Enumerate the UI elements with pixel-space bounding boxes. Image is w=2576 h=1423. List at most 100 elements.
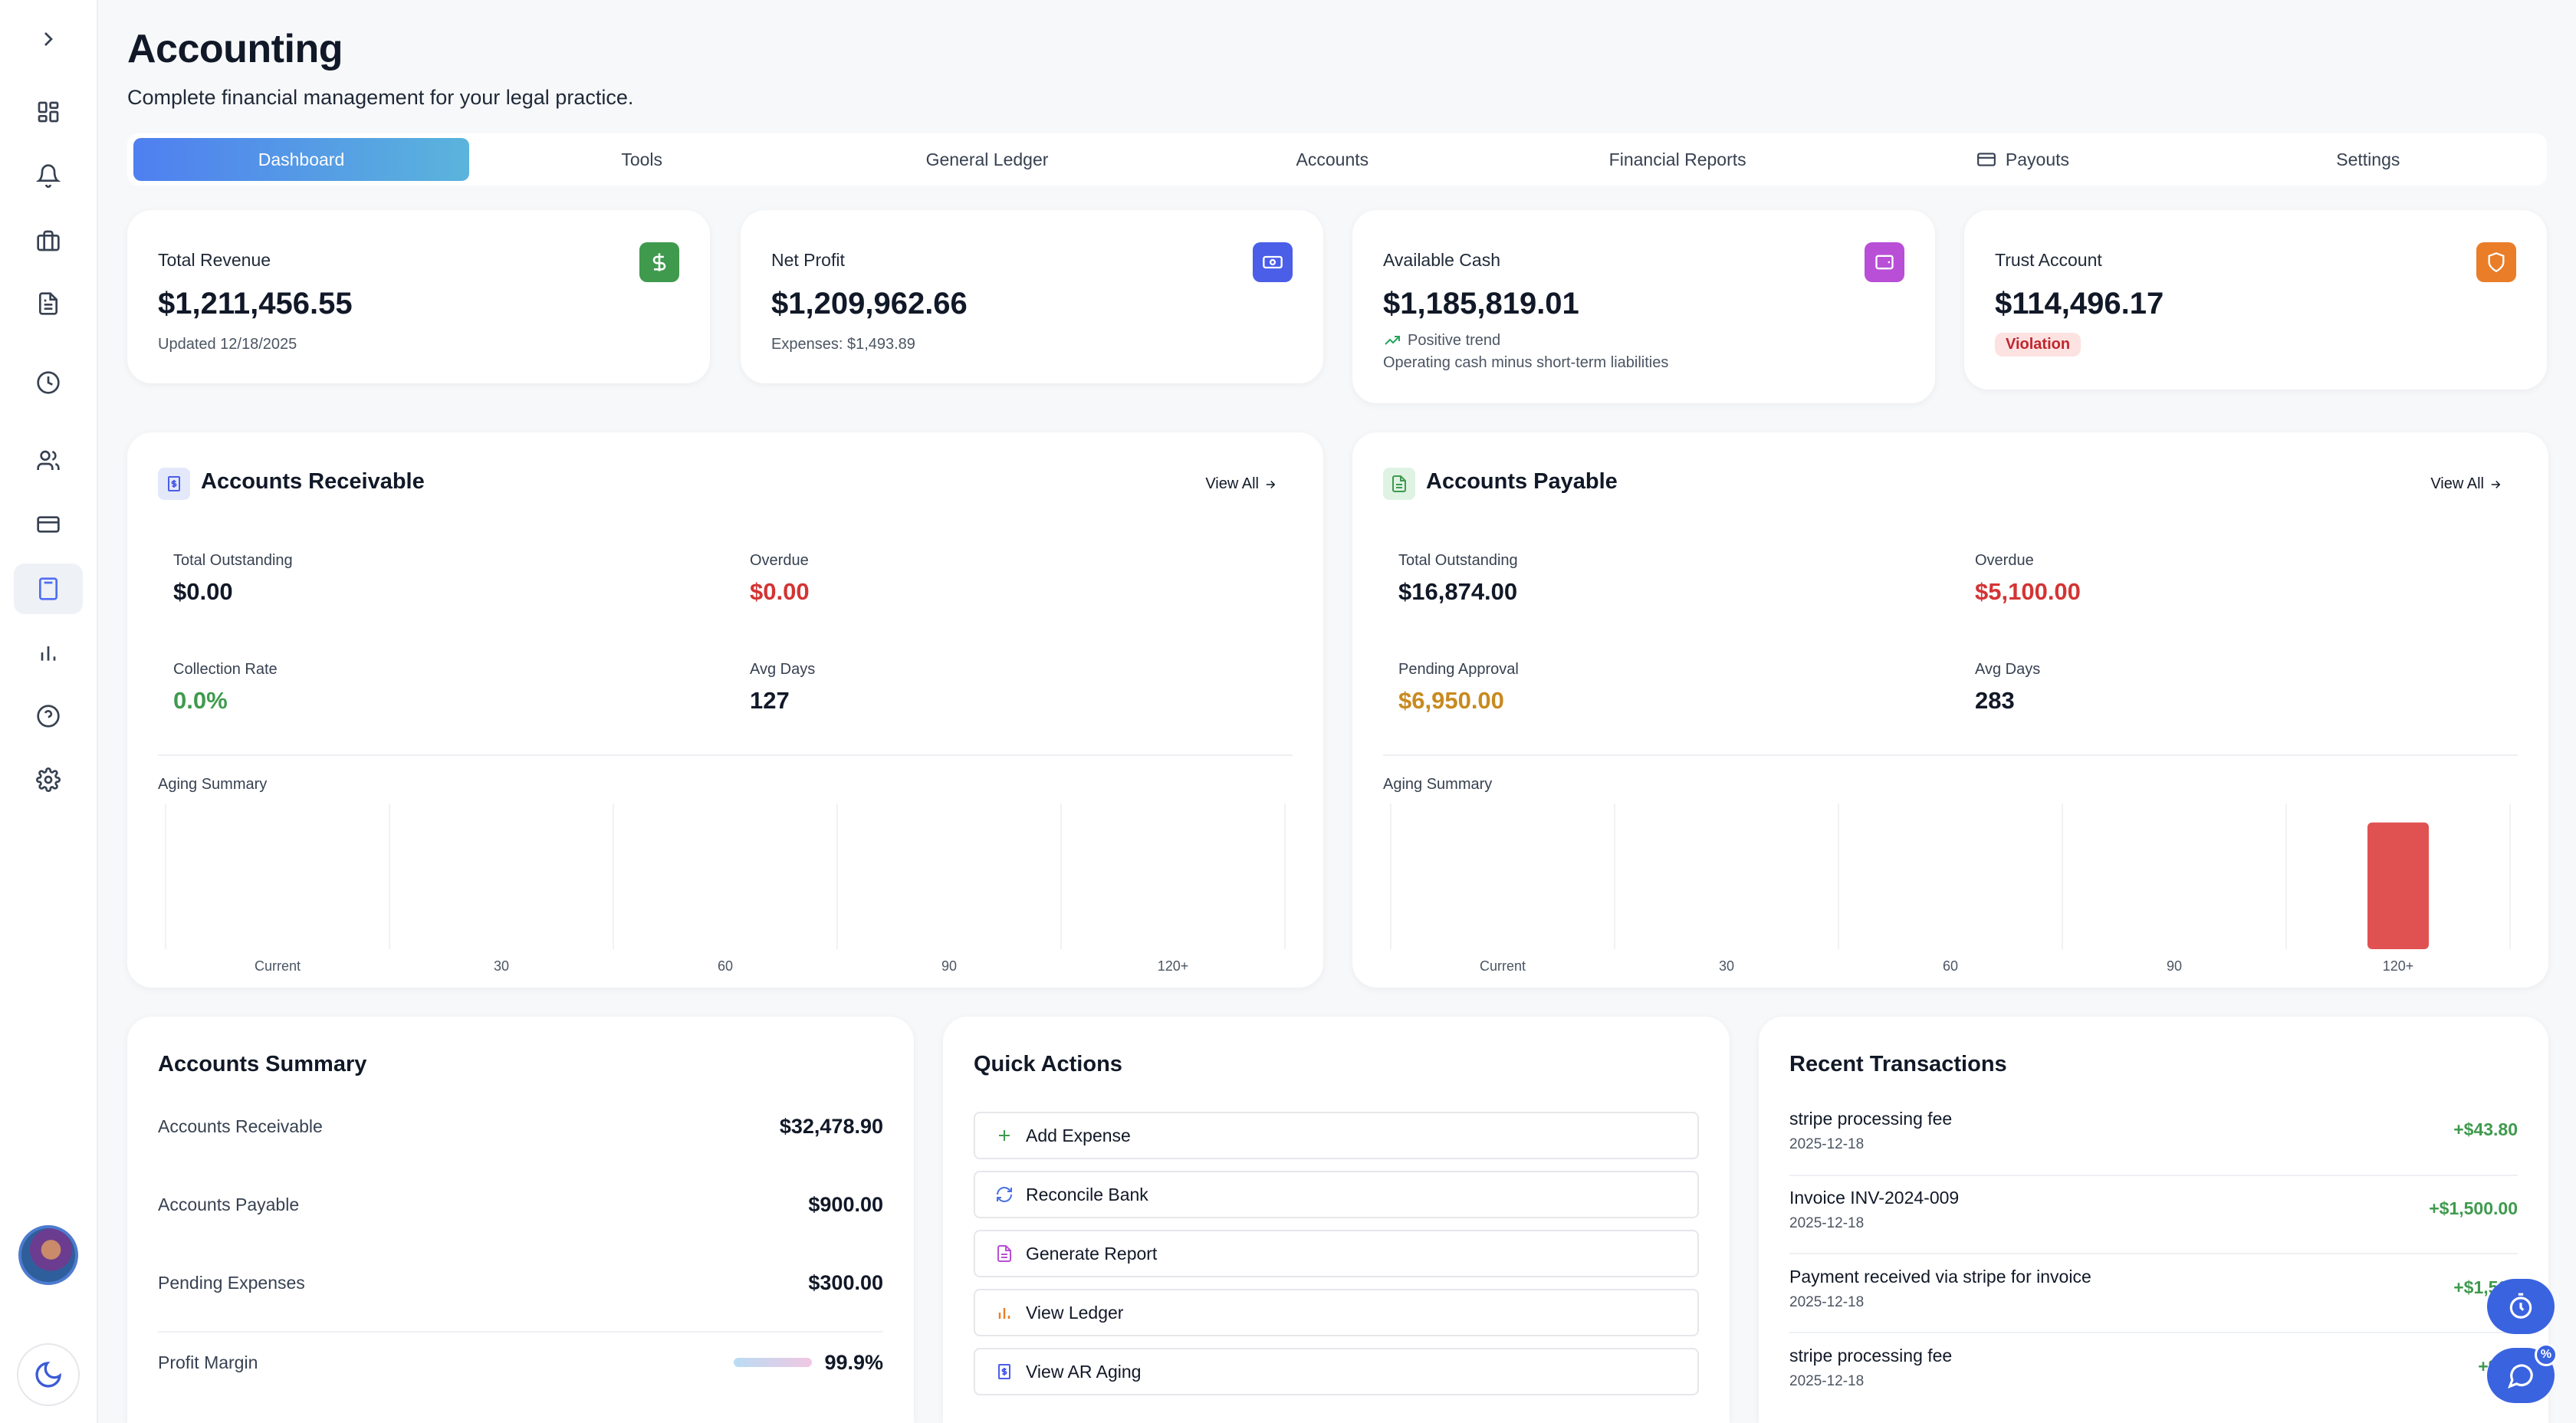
arrow-right-icon — [1266, 480, 1276, 488]
view-all-link[interactable]: View All — [1205, 475, 1277, 493]
summary-value: $900.00 — [808, 1192, 883, 1216]
sidebar-item-accounting[interactable] — [14, 564, 83, 614]
aging-summary-label: Aging Summary — [158, 776, 268, 793]
view-all-link[interactable]: View All — [2430, 475, 2502, 493]
transaction-description: stripe processing fee — [1789, 1109, 1953, 1129]
sidebar-item-notifications[interactable] — [14, 150, 83, 201]
credit-card-icon — [37, 516, 60, 533]
percent-badge-icon: % — [2535, 1343, 2558, 1366]
summary-row: Pending Expenses $300.00 — [158, 1244, 883, 1322]
transaction-row[interactable]: stripe processing fee 2025-12-18 +$21 — [1789, 1330, 2518, 1408]
metric-label: Avg Days — [1975, 661, 2041, 678]
sidebar-item-help[interactable] — [14, 691, 83, 741]
moon-icon — [35, 1361, 62, 1388]
divider — [1383, 754, 2518, 756]
reconcile-bank-button[interactable]: Reconcile Bank — [974, 1171, 1699, 1218]
stat-card-net-profit: Net Profit $1,209,962.66 Expenses: $1,49… — [741, 210, 1323, 383]
chart-tick-label: 90 — [941, 958, 957, 974]
gear-icon — [36, 767, 61, 792]
button-label: Generate Report — [1026, 1243, 1158, 1264]
stat-card-trust-account: Trust Account $114,496.17 Violation — [1964, 210, 2547, 389]
sidebar-item-dashboard[interactable] — [14, 87, 83, 137]
chat-button[interactable]: % — [2487, 1343, 2558, 1403]
transaction-date: 2025-12-18 — [1789, 1373, 1865, 1389]
avatar[interactable] — [18, 1225, 78, 1285]
summary-label: Accounts Receivable — [158, 1116, 323, 1136]
chevron-right-icon — [44, 32, 53, 46]
stat-subtext: Operating cash minus short-term liabilit… — [1383, 354, 1669, 371]
accounts-summary-panel: Accounts Summary Accounts Receivable $32… — [127, 1017, 914, 1423]
expand-sidebar-button[interactable] — [14, 14, 83, 64]
tab-bar: Dashboard Tools General Ledger Accounts … — [127, 133, 2547, 186]
sidebar-item-time[interactable] — [14, 357, 83, 408]
add-expense-button[interactable]: Add Expense — [974, 1112, 1699, 1159]
bar-chart-icon — [998, 1308, 1010, 1319]
transaction-row[interactable]: Payment received via stripe for invoice … — [1789, 1251, 2518, 1329]
trend-label: Positive trend — [1408, 331, 1501, 349]
summary-row: Profit Margin 99.9% — [158, 1323, 883, 1402]
tab-dashboard[interactable]: Dashboard — [133, 138, 469, 181]
quick-actions-panel: Quick Actions Add Expense Reconcile Bank… — [943, 1017, 1730, 1423]
button-label: Reconcile Bank — [1026, 1184, 1148, 1204]
grid-icon — [38, 101, 59, 123]
metric-value: 283 — [1975, 687, 2015, 714]
sidebar-item-billing[interactable] — [14, 499, 83, 550]
theme-toggle-button[interactable] — [17, 1343, 80, 1406]
transaction-date: 2025-12-18 — [1789, 1215, 1865, 1231]
metric-label: Pending Approval — [1398, 661, 1519, 678]
panel-title: Accounts Receivable — [201, 469, 425, 494]
chart-tick-label: 120+ — [1158, 958, 1189, 974]
chart-tick-label: 120+ — [2383, 958, 2414, 974]
tab-general-ledger[interactable]: General Ledger — [814, 138, 1159, 181]
tab-payouts-label: Payouts — [2005, 149, 2070, 169]
sidebar-item-reports[interactable] — [14, 627, 83, 678]
metric-value: $0.00 — [173, 578, 233, 605]
chart-bar[interactable] — [2367, 822, 2429, 949]
metric-label: Collection Rate — [173, 661, 278, 678]
view-all-label: View All — [1205, 475, 1259, 492]
trending-up-icon — [1385, 336, 1400, 345]
tab-accounts[interactable]: Accounts — [1160, 138, 1505, 181]
sidebar-item-cases[interactable] — [14, 215, 83, 266]
transaction-description: Payment received via stripe for invoice — [1789, 1267, 2091, 1287]
aging-chart: Current 30 60 90 120+ — [165, 804, 1286, 974]
stat-value: $1,185,819.01 — [1383, 287, 1579, 320]
panel-title: Accounts Payable — [1426, 469, 1618, 494]
metric-value: $6,950.00 — [1398, 687, 1504, 714]
timer-button[interactable] — [2487, 1279, 2555, 1334]
sidebar-item-documents[interactable] — [14, 278, 83, 329]
transaction-row[interactable]: stripe processing fee 2025-12-18 +$43.80 — [1789, 1093, 2518, 1172]
chart-tick-label: 60 — [718, 958, 733, 974]
summary-label: Profit Margin — [158, 1352, 258, 1372]
tab-settings[interactable]: Settings — [2196, 138, 2541, 181]
sidebar-item-clients[interactable] — [14, 435, 83, 486]
transaction-row[interactable]: Invoice INV-2024-009 2025-12-18 +$1,500.… — [1789, 1172, 2518, 1250]
generate-report-button[interactable]: Generate Report — [974, 1230, 1699, 1277]
aging-chart: Current 30 60 90 120+ — [1390, 804, 2511, 974]
wallet-icon — [1865, 242, 1904, 282]
stat-label: Available Cash — [1383, 250, 1501, 270]
stat-label: Total Revenue — [158, 250, 271, 270]
tab-payouts[interactable]: Payouts — [1850, 138, 2195, 181]
view-ar-aging-button[interactable]: View AR Aging — [974, 1348, 1699, 1395]
stat-label: Net Profit — [771, 250, 845, 270]
transaction-description: Invoice INV-2024-009 — [1789, 1188, 1960, 1208]
sidebar-item-settings[interactable] — [14, 754, 83, 805]
recent-transactions-panel: Recent Transactions stripe processing fe… — [1759, 1017, 2548, 1423]
stat-label: Trust Account — [1995, 250, 2102, 270]
status-badge: Violation — [1995, 333, 2082, 357]
document-icon — [39, 292, 58, 315]
button-label: View Ledger — [1026, 1302, 1124, 1323]
metric-value: $5,100.00 — [1975, 578, 2081, 605]
sidebar — [0, 0, 98, 1423]
tab-financial-reports[interactable]: Financial Reports — [1505, 138, 1850, 181]
view-ledger-button[interactable]: View Ledger — [974, 1289, 1699, 1336]
chat-icon — [2508, 1364, 2533, 1388]
panel-title: Recent Transactions — [1789, 1052, 2007, 1076]
summary-label: Pending Expenses — [158, 1272, 305, 1293]
metric-label: Total Outstanding — [1398, 552, 1518, 569]
tab-tools[interactable]: Tools — [469, 138, 814, 181]
summary-row: Accounts Receivable $32,478.90 — [158, 1087, 883, 1165]
chart-tick-label: 30 — [494, 958, 509, 974]
chart-tick-label: 30 — [1719, 958, 1734, 974]
